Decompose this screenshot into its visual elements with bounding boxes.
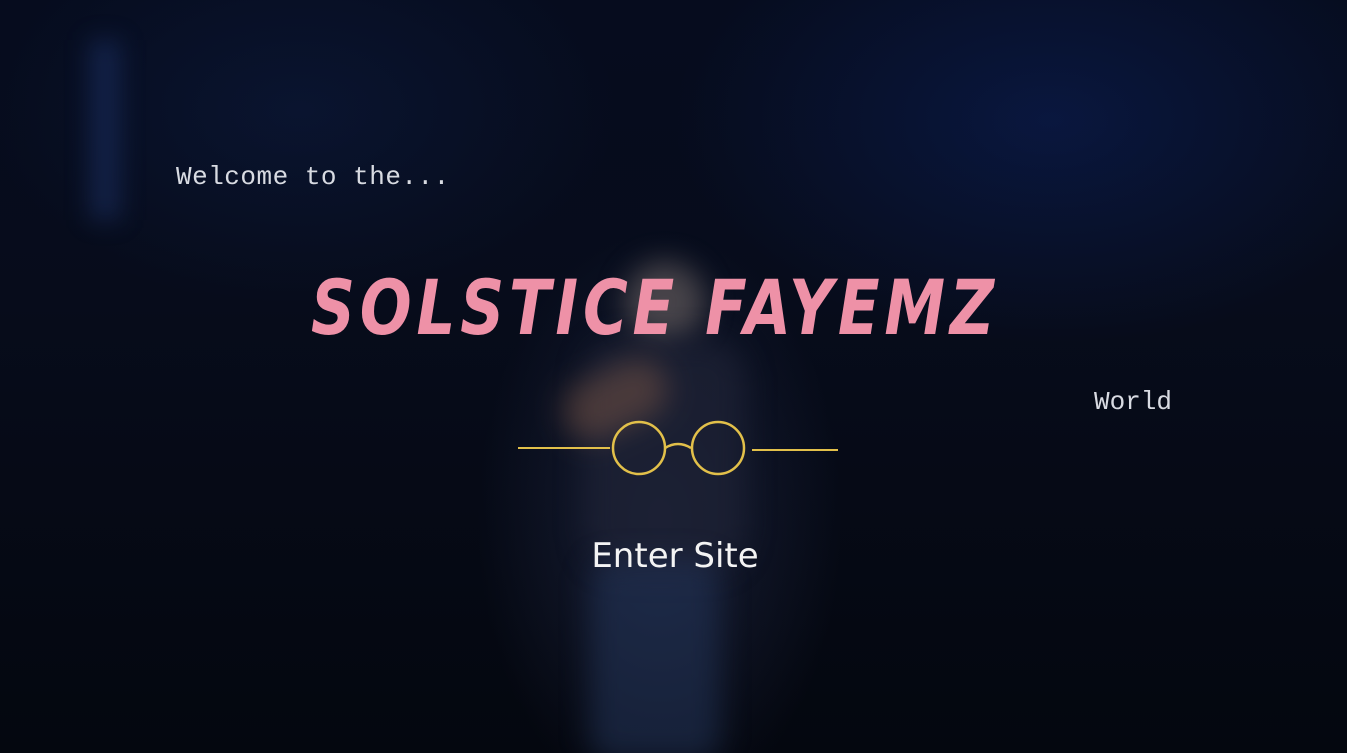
svg-text:SOLSTICE FAYEMZ: SOLSTICE FAYEMZ — [311, 263, 999, 352]
welcome-text: Welcome to the... — [176, 162, 450, 192]
glasses-icon — [518, 420, 838, 476]
enter-site-link[interactable]: Enter Site — [575, 536, 775, 576]
brand-title: SOLSTICE FAYEMZ — [311, 263, 999, 352]
background-figure-legs — [590, 560, 720, 753]
world-text: World — [1094, 387, 1173, 417]
landing-page: Welcome to the... SOLSTICE FAYEMZ World … — [0, 0, 1347, 753]
background-light — [90, 40, 120, 220]
